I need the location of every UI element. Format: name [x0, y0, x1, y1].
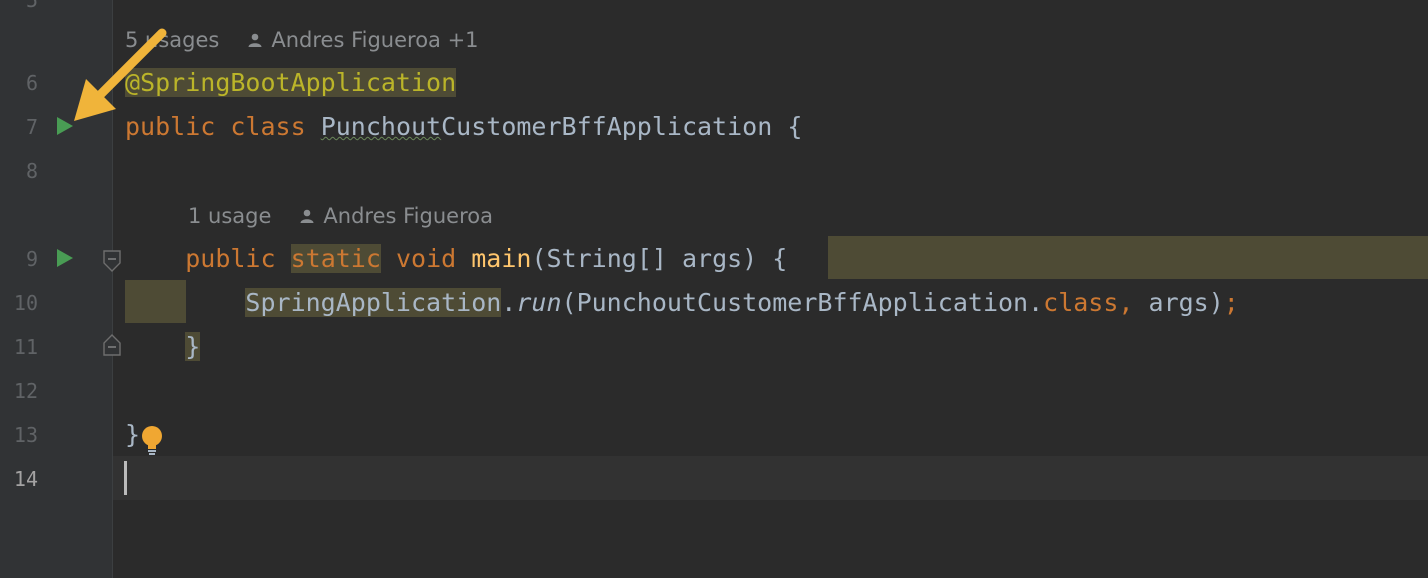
- typo-squiggle-text: Punchout: [320, 112, 442, 141]
- code-line-10: SpringApplication.run(PunchoutCustomerBf…: [125, 281, 1239, 325]
- author-icon: [300, 209, 314, 223]
- code-line-7: public class PunchoutCustomerBffApplicat…: [125, 105, 802, 149]
- arrow-icon: [74, 28, 167, 121]
- line-number: 12: [13, 379, 38, 403]
- current-line-highlight: [113, 456, 1428, 500]
- annotation-name: SpringBootApplication: [140, 68, 457, 97]
- code-line-11: }: [125, 325, 201, 369]
- author-name[interactable]: Andres Figueroa +1: [271, 18, 478, 62]
- line-number: 7: [25, 115, 38, 139]
- selection-highlight: [828, 236, 1428, 279]
- line-number: 10: [13, 291, 38, 315]
- class-ref: SpringApplication: [245, 288, 502, 317]
- brace: {: [772, 112, 803, 141]
- code-line-13: }: [125, 413, 140, 457]
- semicolon: ;: [1223, 288, 1239, 317]
- brace: }: [125, 420, 141, 449]
- line-number: 11: [13, 335, 38, 359]
- arg: (PunchoutCustomerBffApplication.: [561, 288, 1044, 317]
- keyword: class: [230, 112, 306, 141]
- method-call: run: [516, 288, 562, 317]
- brace: }: [185, 332, 201, 361]
- code-line-9: public static void main(String[] args) {: [125, 237, 787, 281]
- class-code-vision-hint[interactable]: 5 usages Andres Figueroa +1: [125, 18, 479, 62]
- author-icon: [248, 33, 262, 47]
- line-number: 8: [25, 159, 38, 183]
- line-number: 13: [13, 423, 38, 447]
- code-line-6: @SpringBootApplication: [125, 61, 457, 105]
- args: args): [1133, 288, 1224, 317]
- keyword: static: [290, 244, 381, 273]
- code-editor[interactable]: 5 usages Andres Figueroa +1 @SpringBootA…: [113, 0, 1428, 578]
- line-number: 9: [25, 247, 38, 271]
- lightbulb-icon[interactable]: [140, 424, 164, 456]
- author-name[interactable]: Andres Figueroa: [323, 194, 493, 238]
- text-caret: [124, 461, 127, 495]
- line-number-current: 14: [13, 467, 38, 491]
- keyword: class,: [1043, 288, 1134, 317]
- usages-count[interactable]: 1 usage: [188, 194, 271, 238]
- method-name: main: [471, 244, 532, 273]
- dot: .: [501, 288, 517, 317]
- keyword: void: [395, 244, 457, 273]
- line-number: 6: [25, 71, 38, 95]
- run-main-icon[interactable]: [54, 247, 76, 269]
- params: (String[] args) {: [531, 244, 788, 273]
- line-number: 5: [25, 0, 38, 12]
- keyword: public: [185, 244, 276, 273]
- method-code-vision-hint[interactable]: 1 usage Andres Figueroa: [188, 194, 493, 238]
- class-name: CustomerBffApplication: [441, 112, 773, 141]
